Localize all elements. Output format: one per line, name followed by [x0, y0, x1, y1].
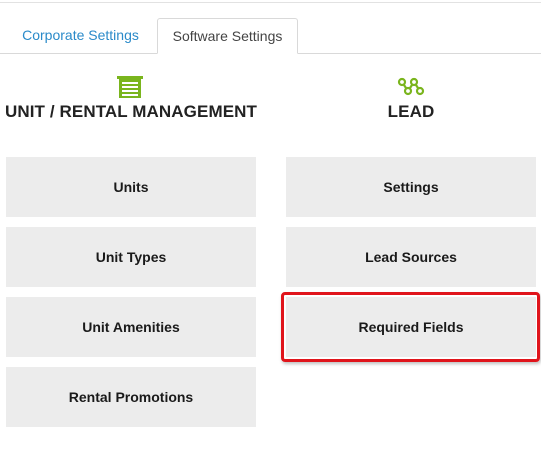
unit-types-button[interactable]: Unit Types [6, 227, 256, 287]
unit-types-label: Unit Types [95, 249, 167, 265]
unit-amenities-label: Unit Amenities [82, 319, 180, 335]
lead-settings-button[interactable]: Settings [286, 157, 536, 217]
lead-heading: LEAD [387, 102, 435, 121]
units-button[interactable]: Units [6, 157, 256, 217]
rental-promotions-button[interactable]: Rental Promotions [6, 367, 256, 427]
rental-promotions-label: Rental Promotions [68, 389, 194, 405]
unit-rental-management-heading: UNIT / RENTAL MANAGEMENT [4, 102, 258, 121]
unit-amenities-button[interactable]: Unit Amenities [6, 297, 256, 357]
settings-tabs: Corporate Settings Software Settings [0, 0, 541, 54]
lead-sources-label: Lead Sources [365, 249, 457, 265]
lead-sources-button[interactable]: Lead Sources [286, 227, 536, 287]
units-label: Units [113, 179, 149, 195]
tab-corporate-settings[interactable]: Corporate Settings [8, 18, 153, 54]
lead-network-icon [397, 77, 425, 96]
lead-settings-label: Settings [383, 179, 439, 195]
required-fields-label: Required Fields [358, 319, 464, 335]
tab-software-settings[interactable]: Software Settings [157, 18, 298, 54]
required-fields-button[interactable]: Required Fields [286, 297, 536, 357]
settings-page: Corporate Settings Software Settings UNI… [0, 0, 541, 458]
storage-unit-icon [117, 76, 143, 98]
